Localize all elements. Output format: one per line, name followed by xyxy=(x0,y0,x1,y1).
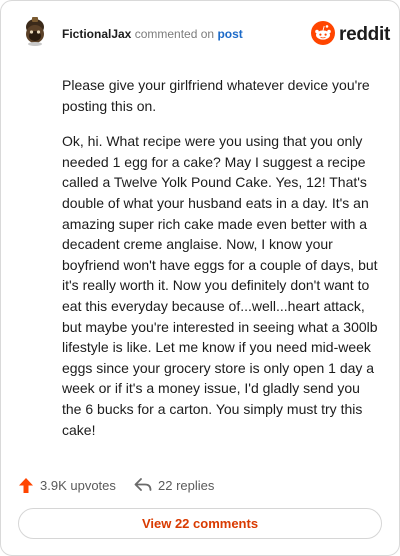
reply-count: 22 replies xyxy=(158,477,215,493)
upvote-control[interactable]: 3.9K upvotes xyxy=(18,475,116,495)
view-comments-button[interactable]: View 22 comments xyxy=(18,508,382,539)
brand-wordmark: reddit xyxy=(339,24,390,45)
action-text: commented on xyxy=(134,27,215,41)
upvote-count: 3.9K upvotes xyxy=(40,477,116,493)
comment-body: Please give your girlfriend whatever dev… xyxy=(62,75,382,455)
comment-header: FictionalJax commented on post reddit xyxy=(1,1,399,61)
author-name[interactable]: FictionalJax xyxy=(62,27,131,41)
reply-arrow-icon[interactable] xyxy=(134,478,152,492)
comment-card: FictionalJax commented on post reddit Pl… xyxy=(0,0,400,556)
user-avatar-icon[interactable] xyxy=(19,15,51,47)
upvote-arrow-icon[interactable] xyxy=(18,477,34,494)
author-line: FictionalJax commented on post xyxy=(62,27,243,41)
comment-paragraph: Ok, hi. What recipe were you using that … xyxy=(62,133,378,438)
comment-footer: 3.9K upvotes 22 replies xyxy=(1,471,399,501)
reddit-logo-icon xyxy=(311,21,335,45)
replies-control[interactable]: 22 replies xyxy=(134,475,214,495)
comment-paragraph: Please give your girlfriend whatever dev… xyxy=(62,77,370,114)
post-link[interactable]: post xyxy=(217,27,242,41)
